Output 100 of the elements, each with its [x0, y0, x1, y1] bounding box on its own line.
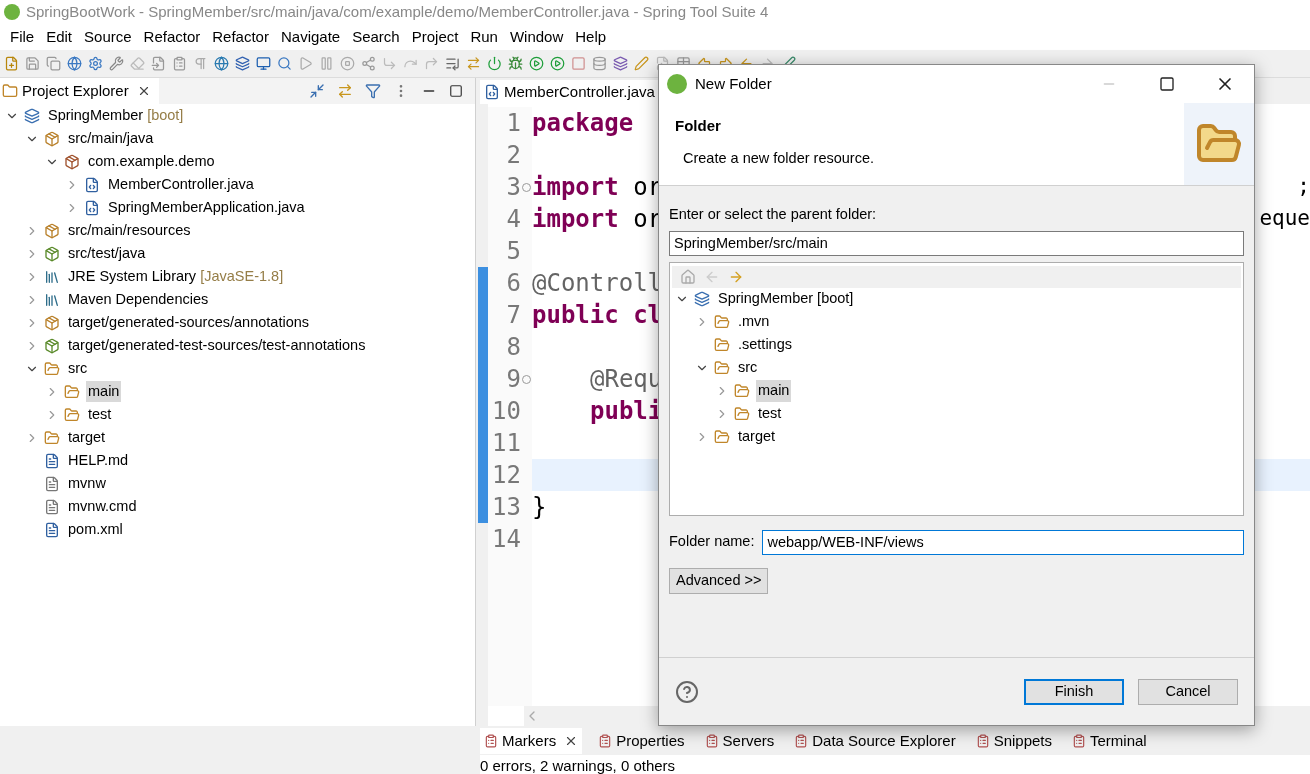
- library-icon: [44, 291, 60, 308]
- tree-item[interactable]: mvnw.cmd: [66, 495, 139, 518]
- tree-item[interactable]: SpringMember [boot]: [46, 104, 186, 127]
- tree-item[interactable]: src: [736, 357, 760, 380]
- panel-tab[interactable]: Properties: [594, 728, 689, 754]
- line-number: 14: [491, 524, 521, 555]
- swap-icon[interactable]: [466, 56, 481, 71]
- home-icon[interactable]: [680, 268, 696, 285]
- tree-item[interactable]: SpringMemberApplication.java: [106, 196, 307, 219]
- tree-item[interactable]: src/main/resources: [66, 219, 193, 242]
- tree-item[interactable]: src/test/java: [66, 242, 148, 265]
- line-number: 12: [491, 460, 521, 491]
- panel-tab[interactable]: Servers: [700, 728, 779, 754]
- folder-icon: [734, 406, 750, 423]
- monitor-icon[interactable]: [256, 56, 271, 71]
- gear-icon[interactable]: [88, 56, 103, 71]
- wrench-icon[interactable]: [109, 56, 124, 71]
- clipboard-icon: [598, 734, 613, 748]
- tree-item[interactable]: main: [86, 380, 122, 403]
- bug-icon[interactable]: [508, 56, 523, 71]
- tree-item[interactable]: main: [756, 380, 792, 403]
- editor-tab[interactable]: MemberController.java: [480, 80, 659, 104]
- nodes-icon[interactable]: [361, 56, 376, 71]
- folder-icon: [734, 383, 750, 400]
- panel-tab[interactable]: Terminal: [1068, 728, 1151, 754]
- tree-item[interactable]: src: [66, 357, 90, 380]
- new-file-icon[interactable]: [4, 56, 19, 71]
- package-folder-icon: [44, 245, 60, 262]
- database-icon[interactable]: [592, 56, 607, 71]
- list-end-icon[interactable]: [445, 56, 460, 71]
- list-icon[interactable]: [172, 56, 187, 71]
- menu-item[interactable]: Edit: [40, 25, 79, 49]
- tree-item[interactable]: Maven Dependencies: [66, 288, 211, 311]
- menu-item[interactable]: Project: [405, 25, 465, 49]
- maximize-icon[interactable]: [449, 84, 463, 98]
- tree-item[interactable]: src/main/java: [66, 127, 156, 150]
- advanced-button[interactable]: Advanced >>: [669, 567, 769, 594]
- save-icon[interactable]: [25, 56, 40, 71]
- square-icon[interactable]: [571, 56, 586, 71]
- tree-item[interactable]: target/generated-test-sources/test-annotations: [66, 334, 368, 357]
- tree-item[interactable]: HELP.md: [66, 449, 131, 472]
- dialog-title: New Folder: [695, 73, 772, 94]
- dialog-button[interactable]: Cancel: [1138, 678, 1238, 705]
- run-icon[interactable]: [550, 56, 565, 71]
- tree-item[interactable]: JRE System Library [JavaSE-1.8]: [66, 265, 286, 288]
- menu-item[interactable]: Search: [346, 25, 406, 49]
- folder-name-field[interactable]: webapp/WEB-INF/views: [762, 529, 1244, 555]
- layers-icon[interactable]: [613, 56, 628, 71]
- panel-tab[interactable]: Snippets: [971, 728, 1056, 754]
- menu-item[interactable]: Window: [503, 25, 570, 49]
- tree-item[interactable]: target: [736, 426, 778, 449]
- resume-icon[interactable]: [298, 56, 313, 71]
- tree-item[interactable]: MemberController.java: [106, 173, 256, 196]
- run-icon[interactable]: [529, 56, 544, 71]
- menu-item[interactable]: Refactor: [206, 25, 275, 49]
- globe-icon[interactable]: [214, 56, 229, 71]
- pause-icon[interactable]: [319, 56, 334, 71]
- folder-icon: [44, 360, 60, 377]
- globe-icon[interactable]: [67, 56, 82, 71]
- tree-item[interactable]: .mvn: [736, 311, 772, 334]
- parent-folder-field[interactable]: SpringMember/src/main: [669, 230, 1244, 256]
- tree-item[interactable]: SpringMember [boot]: [716, 288, 856, 311]
- collapse-all-icon[interactable]: [309, 83, 325, 99]
- tree-item[interactable]: test: [756, 403, 784, 426]
- step-into-icon[interactable]: [382, 56, 397, 71]
- search-icon[interactable]: [277, 56, 292, 71]
- dialog-button[interactable]: Finish: [1024, 678, 1124, 705]
- clipboard-icon: [484, 734, 498, 748]
- menu-item[interactable]: File: [4, 25, 41, 49]
- project-icon: [694, 291, 710, 308]
- line-number: 4: [505, 204, 521, 235]
- tree-item[interactable]: mvnw: [66, 472, 108, 495]
- menu-item[interactable]: Source: [78, 25, 138, 49]
- eraser-icon[interactable]: [130, 56, 145, 71]
- folder-icon: [714, 314, 730, 331]
- power-icon[interactable]: [487, 56, 502, 71]
- menu-item[interactable]: Refactor: [137, 25, 207, 49]
- tree-item[interactable]: target/generated-sources/annotations: [66, 311, 312, 334]
- tree-item[interactable]: com.example.demo: [86, 150, 217, 173]
- tree-item[interactable]: target: [66, 426, 108, 449]
- layers-icon[interactable]: [235, 56, 250, 71]
- panel-tab[interactable]: Data Source Explorer: [790, 728, 960, 754]
- filter-icon[interactable]: [365, 83, 381, 99]
- save-all-icon[interactable]: [46, 56, 61, 71]
- menu-item[interactable]: Run: [464, 25, 504, 49]
- tree-item[interactable]: pom.xml: [66, 518, 125, 541]
- pen-icon[interactable]: [634, 56, 649, 71]
- pilcrow-icon[interactable]: [193, 56, 208, 71]
- stop-icon[interactable]: [340, 56, 355, 71]
- code-line: eque: [1259, 205, 1310, 233]
- link-icon[interactable]: [337, 83, 353, 99]
- menu-item[interactable]: Navigate: [274, 25, 347, 49]
- file-input-icon[interactable]: [151, 56, 166, 71]
- panel-tab[interactable]: Markers: [480, 728, 583, 754]
- maximize-icon[interactable]: [1159, 76, 1175, 92]
- help-icon[interactable]: [675, 679, 699, 704]
- step-return-icon[interactable]: [424, 56, 439, 71]
- tree-item[interactable]: .settings: [736, 334, 794, 357]
- menu-item[interactable]: Help: [569, 25, 613, 49]
- tree-item[interactable]: test: [86, 403, 114, 426]
